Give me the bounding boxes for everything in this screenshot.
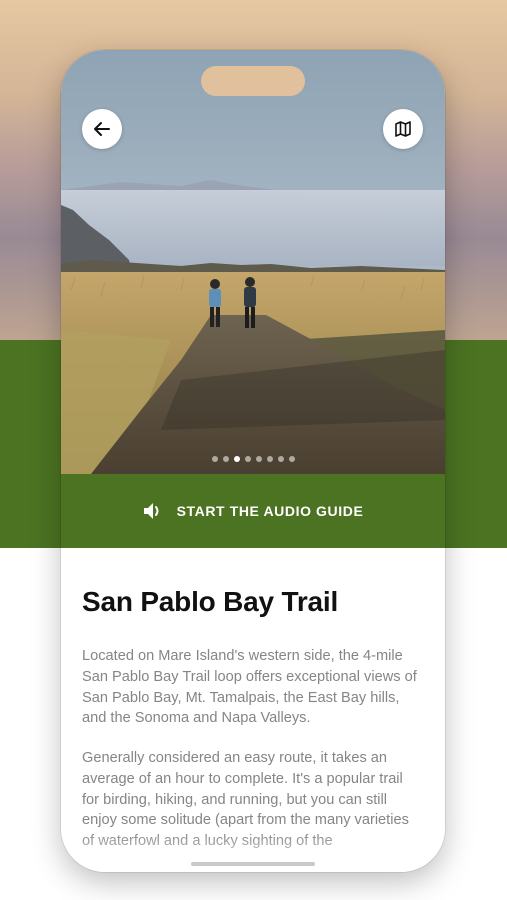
map-icon — [395, 121, 411, 137]
page-title: San Pablo Bay Trail — [82, 586, 339, 617]
phone-frame: START THE AUDIO GUIDE San Pablo Bay Trai… — [61, 50, 445, 872]
speaker-icon — [143, 503, 159, 519]
carousel-pagination[interactable] — [61, 456, 445, 462]
pagination-dot-active[interactable] — [233, 456, 240, 462]
arrow-left-icon — [94, 122, 110, 136]
pagination-dot[interactable] — [211, 456, 218, 462]
trail-photo — [61, 50, 445, 474]
dynamic-island — [201, 66, 305, 96]
audio-guide-label: START THE AUDIO GUIDE — [176, 503, 364, 519]
scroll-fade — [61, 832, 445, 872]
map-button[interactable] — [383, 109, 423, 149]
audio-guide-button[interactable]: START THE AUDIO GUIDE — [61, 474, 445, 548]
home-indicator[interactable] — [191, 862, 315, 866]
trail-details: San Pablo Bay Trail Located on Mare Isla… — [61, 548, 445, 872]
pagination-dot[interactable] — [288, 456, 295, 462]
description-paragraph: Located on Mare Island's western side, t… — [82, 648, 417, 727]
pagination-dot[interactable] — [222, 456, 229, 462]
pagination-dot[interactable] — [266, 456, 273, 462]
pagination-dot[interactable] — [244, 456, 251, 462]
pagination-dot[interactable] — [277, 456, 284, 462]
back-button[interactable] — [82, 109, 122, 149]
hero-image[interactable] — [61, 50, 445, 474]
pagination-dot[interactable] — [255, 456, 262, 462]
